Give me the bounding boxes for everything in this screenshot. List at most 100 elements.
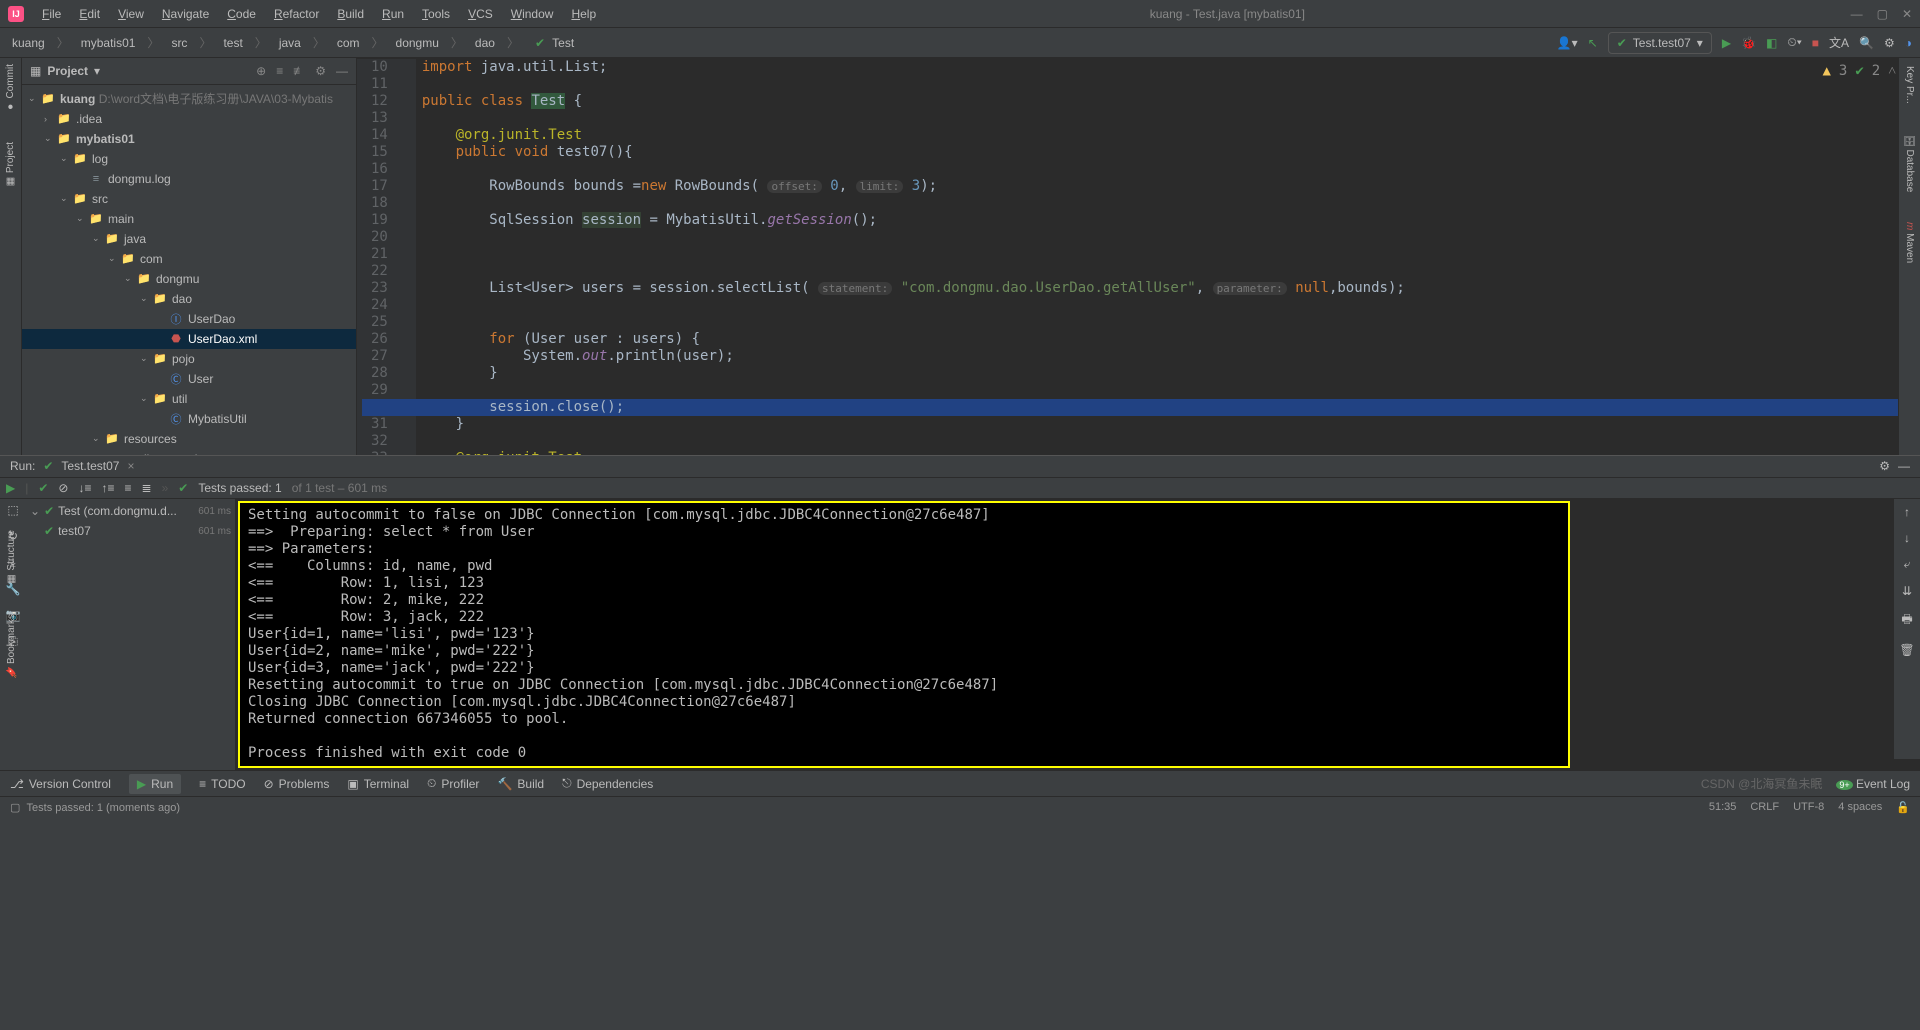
menu-code[interactable]: Code — [219, 4, 264, 24]
tree-item[interactable]: ⌄📁com — [22, 249, 356, 269]
problems-tool[interactable]: ⊘ Problems — [264, 777, 330, 791]
breadcrumb-item[interactable]: dao — [471, 34, 499, 52]
code-area[interactable]: ▲3 ✔2 ˄ ˅ 101112131415161718192021222324… — [357, 59, 1920, 467]
tree-item[interactable]: ⌄📁src — [22, 189, 356, 209]
tree-item[interactable]: ⌄📁dongmu — [22, 269, 356, 289]
breadcrumb-item[interactable]: test — [219, 34, 246, 52]
hide-icon[interactable]: — — [1898, 459, 1910, 473]
tree-item[interactable]: ⌄📁util — [22, 389, 356, 409]
console-output[interactable]: Setting autocommit to false on JDBC Conn… — [238, 501, 1570, 768]
version-control-tool[interactable]: ⎇ Version Control — [10, 777, 111, 791]
chevron-down-icon[interactable]: ▾ — [94, 64, 100, 78]
gear-icon[interactable]: ⚙ — [1879, 459, 1890, 473]
stop-icon[interactable]: ⬚ — [7, 503, 18, 517]
target-icon[interactable]: ⊕ — [256, 64, 266, 78]
indent[interactable]: 4 spaces — [1838, 801, 1882, 814]
down-arrow-icon[interactable]: ↓ — [1904, 531, 1910, 545]
breadcrumb-item[interactable]: kuang — [8, 34, 49, 52]
up-icon[interactable]: ˄ — [1888, 63, 1896, 80]
test-tree-item[interactable]: ⌄✔Test (com.dongmu.d...601 ms — [30, 501, 231, 521]
tree-item[interactable]: ⌄📁log — [22, 149, 356, 169]
gear-icon[interactable]: ⚙ — [315, 64, 326, 78]
tree-item[interactable]: ⌄📁pojo — [22, 349, 356, 369]
bookmarks-tool[interactable]: 🔖 Bookmarks — [6, 614, 17, 679]
tree-item[interactable]: ⌄📁mybatis01 — [22, 129, 356, 149]
maven-tool[interactable]: m Maven — [1904, 222, 1915, 263]
expand-all-icon[interactable]: ≡ — [125, 481, 132, 495]
database-tool[interactable]: 🗄 Database — [1904, 134, 1915, 192]
tree-item[interactable]: ›📁.idea — [22, 109, 356, 129]
key-promoter-tool[interactable]: Key Pr... — [1904, 66, 1915, 104]
caret-position[interactable]: 51:35 — [1709, 801, 1737, 814]
search-icon[interactable]: 🔍 — [1859, 36, 1874, 50]
breadcrumb-item[interactable]: src — [167, 34, 191, 52]
up-arrow-icon[interactable]: ↑ — [1904, 505, 1910, 519]
menu-navigate[interactable]: Navigate — [154, 4, 217, 24]
code-with-me-icon[interactable]: ◑ — [1905, 36, 1912, 50]
breadcrumb-item[interactable]: dongmu — [392, 34, 443, 52]
line-separator[interactable]: CRLF — [1750, 801, 1779, 814]
collapse-icon[interactable]: ≡ — [276, 64, 283, 78]
menu-view[interactable]: View — [110, 4, 152, 24]
build-tool[interactable]: 🔨 Build — [497, 777, 544, 791]
tree-item[interactable]: ⒸUser — [22, 369, 356, 389]
profiler-tool[interactable]: ⏲ Profiler — [427, 776, 479, 791]
menu-run[interactable]: Run — [374, 4, 412, 24]
minimize-icon[interactable]: — — [1851, 7, 1863, 21]
translate-icon[interactable]: 文A — [1829, 34, 1849, 51]
tree-item[interactable]: ⒾUserDao — [22, 309, 356, 329]
menu-window[interactable]: Window — [503, 4, 562, 24]
terminal-tool[interactable]: ▣ Terminal — [347, 777, 409, 791]
tree-item[interactable]: ⌄📁java — [22, 229, 356, 249]
test-tree[interactable]: ⌄✔Test (com.dongmu.d...601 ms✔test07601 … — [26, 499, 236, 770]
rerun-icon[interactable]: ▶ — [6, 481, 15, 495]
project-tool[interactable]: ▦ Project — [5, 142, 16, 187]
commit-tool[interactable]: ● Commit — [5, 64, 16, 112]
menu-help[interactable]: Help — [563, 4, 604, 24]
run-tool[interactable]: ▶ Run — [129, 774, 181, 794]
tool-windows-icon[interactable]: ▢ — [10, 801, 20, 814]
code-lines[interactable]: import java.util.List; public class Test… — [416, 59, 1920, 467]
user-icon[interactable]: 👤▾ — [1557, 36, 1578, 50]
stop-icon[interactable]: ■ — [1812, 36, 1819, 50]
sort-icon[interactable]: ↓≡ — [78, 481, 91, 495]
event-log-tool[interactable]: 9+ Event Log — [1836, 777, 1910, 791]
lock-icon[interactable]: 🔓 — [1896, 801, 1910, 814]
menu-edit[interactable]: Edit — [71, 4, 108, 24]
hammer-icon[interactable]: ↖ — [1588, 36, 1598, 50]
settings-icon[interactable]: ⚙ — [1884, 36, 1895, 50]
tree-item[interactable]: ⬣UserDao.xml — [22, 329, 356, 349]
close-icon[interactable]: ✕ — [1902, 7, 1912, 21]
pass-filter-icon[interactable]: ✔ — [38, 481, 48, 495]
menu-refactor[interactable]: Refactor — [266, 4, 327, 24]
todo-tool[interactable]: ≡ TODO — [199, 777, 245, 791]
dependencies-tool[interactable]: ⎋ Dependencies — [562, 776, 653, 791]
tree-item[interactable]: ⌄📁main — [22, 209, 356, 229]
tree-item[interactable]: ⌄📁resources — [22, 429, 356, 449]
breadcrumb-item[interactable]: java — [275, 34, 305, 52]
test-tree-item[interactable]: ✔test07601 ms — [30, 521, 231, 541]
menu-tools[interactable]: Tools — [414, 4, 458, 24]
profile-icon[interactable]: ⏲▾ — [1787, 35, 1801, 50]
menu-vcs[interactable]: VCS — [460, 4, 501, 24]
tree-root[interactable]: ⌄📁kuang D:\word文档\电子版练习册\JAVA\03-Mybatis — [22, 89, 356, 109]
project-view-icon[interactable]: ▦ — [30, 64, 41, 78]
structure-tool[interactable]: ▦ Structure — [6, 530, 17, 584]
coverage-icon[interactable]: ◧ — [1766, 36, 1777, 50]
print-icon[interactable]: 🖶 — [1901, 610, 1912, 631]
hide-icon[interactable]: — — [336, 64, 348, 78]
soft-wrap-icon[interactable]: ⤶ — [1904, 557, 1911, 572]
run-config-selector[interactable]: ✔ Test.test07 ▾ — [1608, 32, 1712, 54]
tab-close-icon[interactable]: × — [127, 459, 134, 473]
expand-icon[interactable]: ≢ — [293, 64, 305, 78]
fail-filter-icon[interactable]: ⊘ — [58, 481, 68, 495]
menu-build[interactable]: Build — [329, 4, 372, 24]
tree-item[interactable]: ⒸMybatisUtil — [22, 409, 356, 429]
run-icon[interactable]: ▶ — [1722, 36, 1731, 50]
scroll-icon[interactable]: ⇊ — [1902, 584, 1912, 598]
project-tree[interactable]: ⌄📁kuang D:\word文档\电子版练习册\JAVA\03-Mybatis… — [22, 85, 356, 455]
breadcrumb-item[interactable]: mybatis01 — [77, 34, 140, 52]
tree-item[interactable]: ≡dongmu.log — [22, 169, 356, 189]
menu-file[interactable]: File — [34, 4, 69, 24]
clear-icon[interactable]: 🗑 — [1899, 643, 1914, 657]
